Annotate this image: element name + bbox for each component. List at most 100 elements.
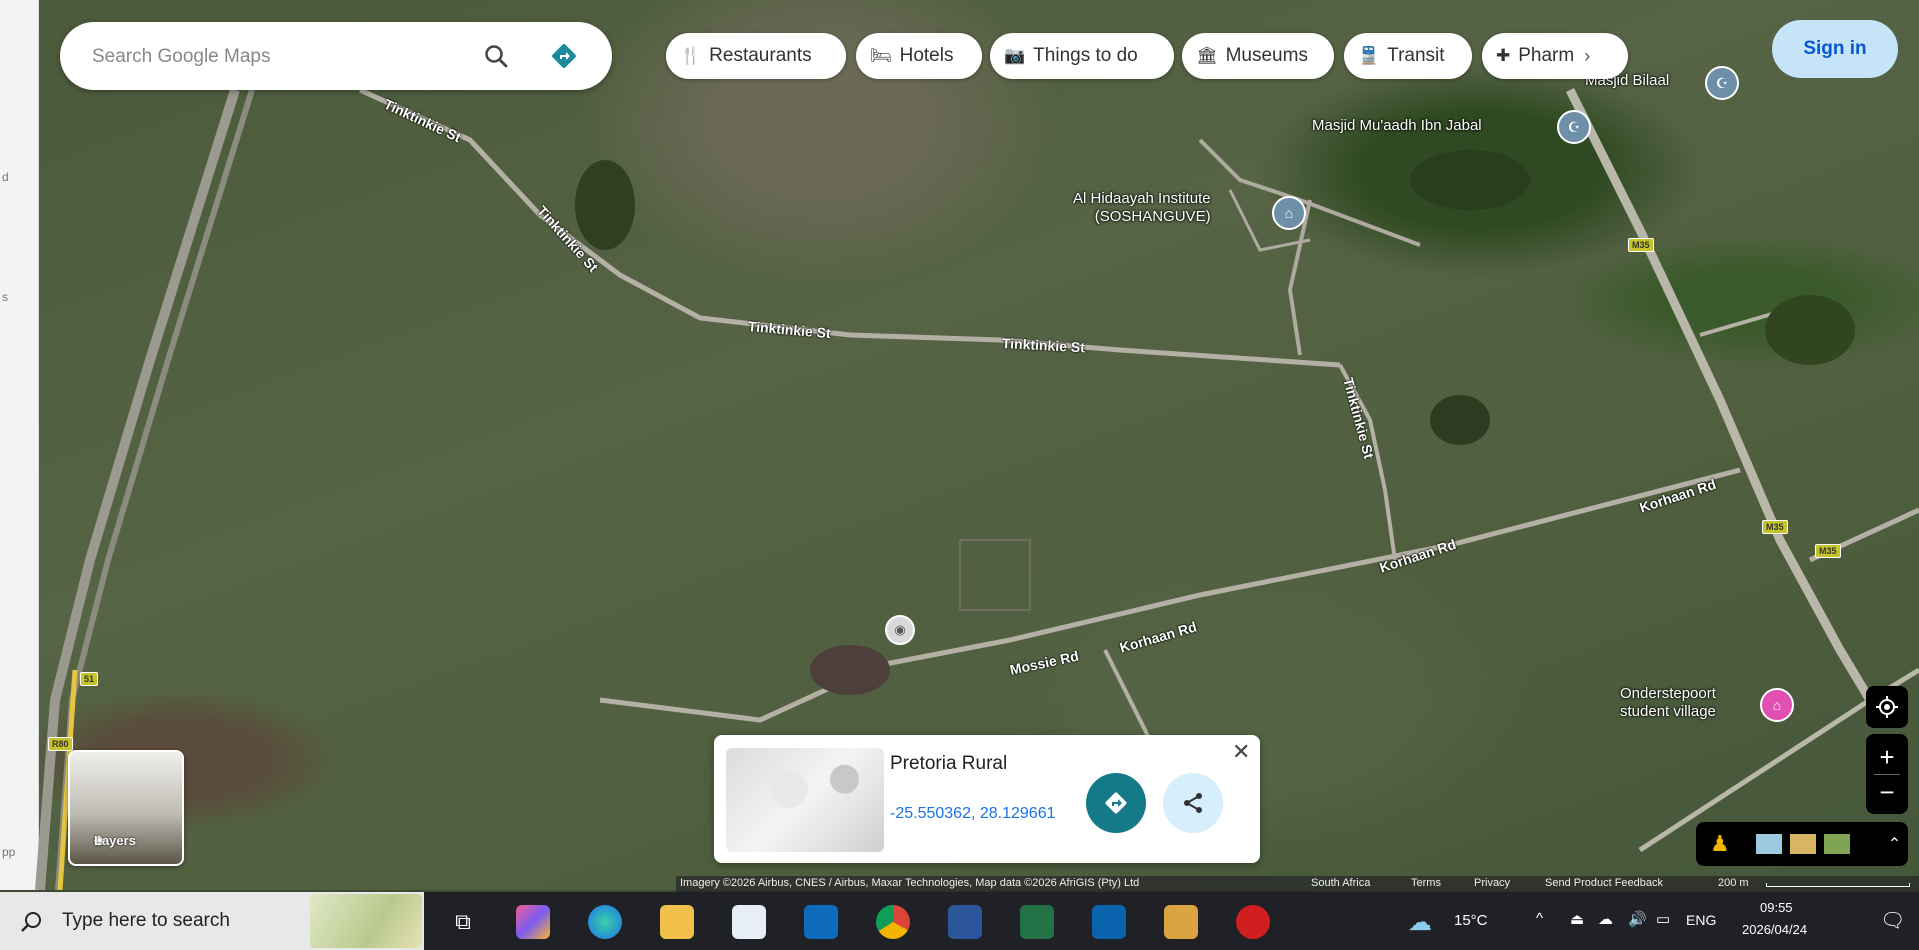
map-controls-bar: ♟ ⌃ [1696, 822, 1908, 866]
media-player-icon[interactable] [1164, 905, 1198, 939]
excel-icon[interactable] [1020, 905, 1054, 939]
search-input[interactable] [90, 40, 494, 74]
route-shield: M35 [1762, 520, 1788, 534]
housing-icon[interactable]: ⌂ [1760, 688, 1794, 722]
search-box [60, 22, 612, 90]
m35-road [1565, 87, 1874, 703]
share-button[interactable] [1163, 773, 1223, 833]
poi-label-line: Al Hidaayah Institute [1073, 190, 1211, 207]
chevron-up-icon[interactable]: ⌃ [1888, 834, 1901, 854]
close-icon[interactable]: ✕ [1232, 739, 1250, 765]
field-outline [959, 539, 1031, 611]
bed-icon: 🛏 [870, 46, 892, 65]
directions-icon [1105, 792, 1127, 814]
poi-label-line: (SOSHANGUVE) [1094, 208, 1211, 225]
chip-label: Restaurants [709, 45, 812, 66]
attribution-bar: Imagery ©2026 Airbus, CNES / Airbus, Max… [676, 876, 1919, 892]
camera-icon: 📷 [1004, 46, 1026, 65]
usb-icon[interactable]: ⏏ [1570, 910, 1584, 928]
school-icon[interactable]: ⌂ [1272, 196, 1306, 230]
privacy-link[interactable]: Privacy [1474, 877, 1510, 889]
weather-icon[interactable]: ☁ [1408, 908, 1432, 937]
country-link[interactable]: South Africa [1311, 877, 1370, 889]
clock-time[interactable]: 09:55 [1760, 900, 1793, 915]
imagery-attribution: Imagery ©2026 Airbus, CNES / Airbus, Max… [680, 877, 1140, 889]
chevron-up-icon[interactable]: ^ [1536, 910, 1543, 927]
chip-museums[interactable]: 🏛 Museums [1182, 33, 1334, 79]
dropped-pin-icon[interactable]: ◉ [885, 615, 915, 645]
volume-icon[interactable]: 🔊 [1628, 910, 1647, 928]
chip-label: Museums [1225, 45, 1308, 66]
terrain-view-thumbnail-icon[interactable] [1789, 834, 1816, 854]
search-icon[interactable] [480, 40, 512, 72]
zoom-control: + − [1866, 734, 1908, 814]
layers-text: Layers [94, 833, 136, 848]
directions-icon[interactable] [548, 40, 580, 72]
tinktinkie-road [358, 87, 1341, 368]
directions-button[interactable] [1086, 773, 1146, 833]
route-shield: M35 [1815, 544, 1841, 558]
outlook-icon[interactable] [1092, 905, 1126, 939]
taskbar-search[interactable]: Type here to search [0, 892, 424, 950]
red-app-icon[interactable] [1236, 905, 1270, 939]
side-road [1103, 649, 1152, 741]
windows-taskbar: Type here to search ⧉ ☁ 15°C ^ ⏏ ☁ 🔊 ▭ E… [0, 892, 1919, 950]
language-indicator[interactable]: ENG [1686, 912, 1716, 928]
task-view-icon[interactable]: ⧉ [446, 905, 480, 939]
weather-temp[interactable]: 15°C [1454, 912, 1488, 929]
place-card: Pretoria Rural -25.550362, 28.129661 ✕ [714, 735, 1260, 863]
zoom-out-button[interactable]: − [1879, 775, 1894, 809]
layers-button[interactable]: ◈ Layers [68, 750, 184, 866]
chrome-icon[interactable] [876, 905, 910, 939]
chip-restaurants[interactable]: 🍴 Restaurants [666, 33, 846, 79]
korhaan-road [599, 467, 1741, 723]
chip-hotels[interactable]: 🛏 Hotels [856, 33, 982, 79]
map-view-thumbnail-icon[interactable] [1755, 834, 1782, 854]
terms-link[interactable]: Terms [1411, 877, 1441, 889]
outlook-new-icon[interactable] [804, 905, 838, 939]
fork-knife-icon: 🍴 [680, 46, 702, 65]
word-icon[interactable] [948, 905, 982, 939]
my-location-button[interactable] [1866, 686, 1908, 728]
tree-cluster [1765, 295, 1855, 365]
street-view-thumbnail[interactable] [726, 748, 884, 852]
chip-label: Things to do [1033, 45, 1138, 66]
feedback-link[interactable]: Send Product Feedback [1545, 877, 1663, 889]
poi-label[interactable]: Al Hidaayah Institute (SOSHANGUVE) [1073, 190, 1211, 226]
mosque-icon[interactable]: ☪ [1557, 110, 1591, 144]
route-shield: R80 [48, 737, 73, 751]
chip-label: Transit [1387, 45, 1445, 66]
scale-label[interactable]: 200 m [1718, 877, 1749, 889]
mosque-icon[interactable]: ☪ [1705, 66, 1739, 100]
pegman-icon[interactable]: ♟ [1710, 831, 1730, 857]
zoom-in-button[interactable]: + [1879, 740, 1894, 774]
edge-icon[interactable] [588, 905, 622, 939]
cloud-icon[interactable]: ☁ [1598, 910, 1613, 928]
file-explorer-icon[interactable] [660, 905, 694, 939]
route-shield: 51 [80, 672, 99, 686]
copilot-icon[interactable] [516, 905, 550, 939]
chip-transit[interactable]: 🚆 Transit [1344, 33, 1472, 79]
notification-icon[interactable]: 🗨 [1880, 908, 1905, 933]
taskbar-search-placeholder: Type here to search [62, 910, 230, 931]
chip-things-to-do[interactable]: 📷 Things to do [990, 33, 1174, 79]
crosshair-icon [1876, 696, 1898, 718]
sign-in-button[interactable]: Sign in [1772, 20, 1898, 78]
poi-label[interactable]: Onderstepoort student village [1620, 685, 1716, 721]
poi-label[interactable]: Masjid Mu'aadh Ibn Jabal [1312, 117, 1482, 135]
place-coordinates[interactable]: -25.550362, 28.129661 [890, 805, 1055, 823]
pharmacy-icon: ✚ [1496, 46, 1511, 65]
tree-cluster [1410, 150, 1530, 210]
route-shield: M35 [1628, 238, 1654, 252]
tree-cluster [810, 645, 890, 695]
store-icon[interactable] [732, 905, 766, 939]
poi-label-line: student village [1620, 703, 1716, 720]
network-icon[interactable]: ▭ [1656, 910, 1670, 928]
chip-label: Pharm [1518, 45, 1575, 66]
chevron-right-icon[interactable]: › [1584, 46, 1590, 67]
clock-date[interactable]: 2026/04/24 [1742, 922, 1807, 937]
chip-pharmacy[interactable]: ✚ Pharm › [1482, 33, 1628, 79]
satellite-view-thumbnail-icon[interactable] [1823, 834, 1850, 854]
tree-cluster [575, 160, 635, 250]
tree-cluster [1430, 395, 1490, 445]
